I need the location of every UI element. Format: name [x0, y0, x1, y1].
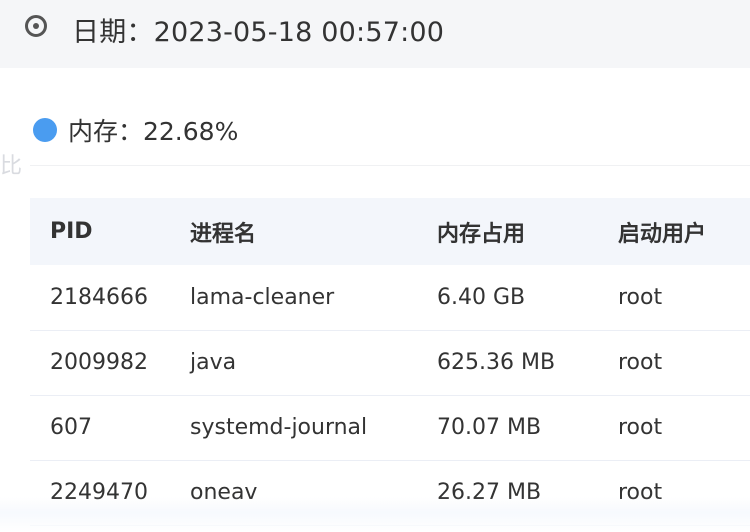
- column-header-memory[interactable]: 内存占用: [417, 198, 598, 265]
- cell-process-name: java: [170, 330, 417, 396]
- cell-user: root: [598, 460, 750, 526]
- cell-pid: 2009982: [30, 330, 170, 396]
- process-table: PID 进程名 内存占用 启动用户 2184666 lama-cleaner 6…: [30, 198, 750, 526]
- cell-user: root: [598, 395, 750, 461]
- table-header-row: PID 进程名 内存占用 启动用户: [30, 198, 750, 265]
- table-row[interactable]: 607 systemd-journal 70.07 MB root: [30, 395, 750, 461]
- memory-label: 内存：22.68%: [68, 117, 239, 146]
- cell-process-name: oneav: [170, 460, 417, 526]
- cell-user: root: [598, 330, 750, 396]
- date-label: 日期：2023-05-18 00:57:00: [72, 17, 445, 48]
- memory-usage: 内存：22.68%: [33, 112, 238, 148]
- divider: [30, 165, 750, 166]
- cell-memory: 6.40 GB: [417, 265, 598, 331]
- cell-memory: 26.27 MB: [417, 460, 598, 526]
- column-header-user[interactable]: 启动用户: [598, 198, 750, 265]
- cell-memory: 625.36 MB: [417, 330, 598, 396]
- cell-pid: 2249470: [30, 460, 170, 526]
- cell-process-name: systemd-journal: [170, 395, 417, 461]
- date-header: 日期：2023-05-18 00:57:00: [0, 0, 750, 68]
- column-header-process-name[interactable]: 进程名: [170, 198, 417, 265]
- cell-memory: 70.07 MB: [417, 395, 598, 461]
- cell-pid: 2184666: [30, 265, 170, 331]
- ghost-text: 比: [0, 154, 23, 179]
- memory-dot-icon: [33, 118, 57, 142]
- cell-process-name: lama-cleaner: [170, 265, 417, 331]
- clock-icon: [25, 15, 47, 37]
- cell-user: root: [598, 265, 750, 331]
- table-row[interactable]: 2249470 oneav 26.27 MB root: [30, 460, 750, 526]
- cell-pid: 607: [30, 395, 170, 461]
- column-header-pid[interactable]: PID: [30, 198, 170, 265]
- table-row[interactable]: 2184666 lama-cleaner 6.40 GB root: [30, 265, 750, 331]
- table-row[interactable]: 2009982 java 625.36 MB root: [30, 330, 750, 396]
